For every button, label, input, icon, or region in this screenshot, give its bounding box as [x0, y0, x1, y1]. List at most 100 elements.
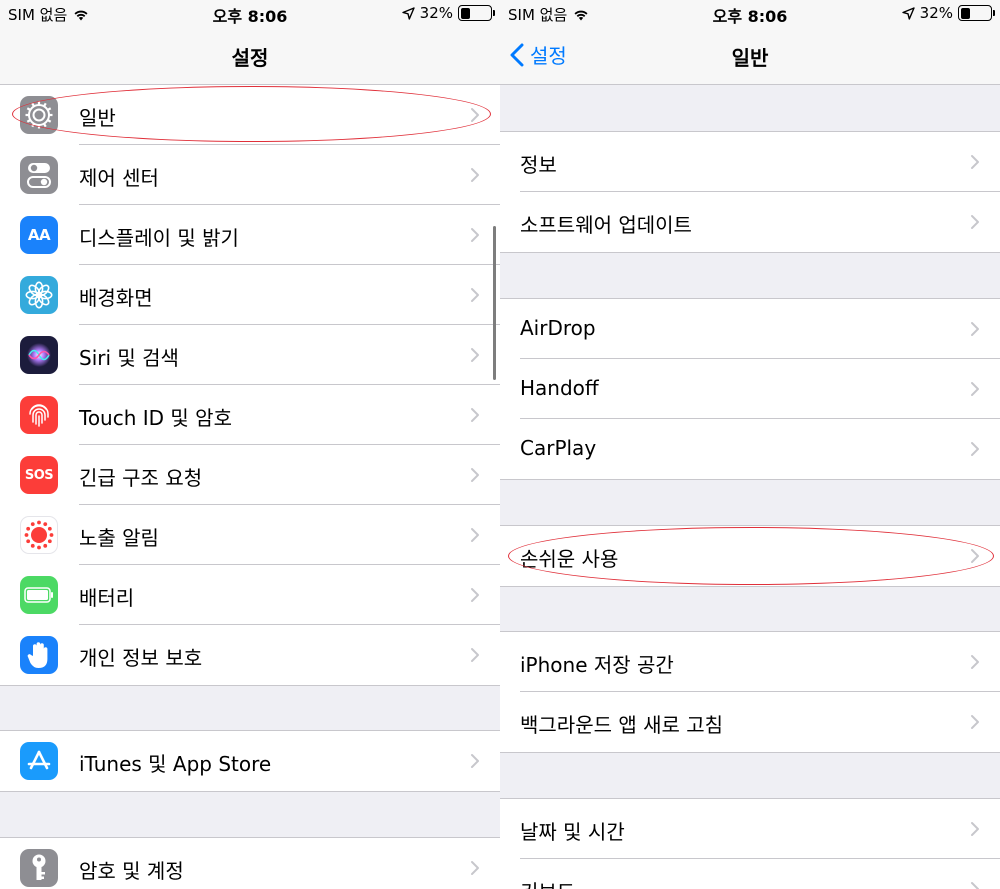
siri-icon [20, 336, 58, 374]
chevron-right-icon [971, 655, 979, 669]
row-label: 날짜 및 시간 [520, 820, 625, 844]
location-icon [901, 6, 915, 20]
battery-icon [958, 5, 995, 21]
chevron-right-icon [471, 168, 479, 182]
settings-group: AirDrop Handoff CarPlay [500, 298, 1000, 480]
settings-row-손쉬운-사용[interactable]: 손쉬운 사용 [500, 526, 1000, 586]
fingerprint-icon [20, 396, 58, 434]
chevron-right-icon [471, 408, 479, 422]
chevron-right-icon [971, 442, 979, 456]
chevron-right-icon [471, 108, 479, 122]
row-label: 키보드 [520, 876, 575, 889]
nav-bar: 설정 일반 [500, 28, 1000, 85]
row-label: 손쉬운 사용 [520, 547, 619, 571]
settings-screen: SIM 없음 오후 8:06 32% 설정 일반 제어 센터 AA 디스플레이 및 밝… [0, 0, 500, 889]
row-label: Siri 및 검색 [79, 346, 179, 370]
chevron-right-icon [471, 861, 479, 875]
row-label: 긴급 구조 요청 [79, 466, 203, 490]
settings-row-긴급-구조-요청[interactable]: SOS 긴급 구조 요청 [0, 445, 500, 505]
general-screen: SIM 없음 오후 8:06 32% 설정 일반 정보소프트웨어 업데이트 Air… [500, 0, 1000, 889]
row-label: CarPlay [520, 436, 597, 460]
settings-group: iPhone 저장 공간백그라운드 앱 새로 고침 [500, 631, 1000, 753]
settings-row-일반[interactable]: 일반 [0, 85, 500, 145]
chevron-right-icon [971, 549, 979, 563]
settings-group: 암호 및 계정 [0, 837, 500, 889]
battery-percent: 32% [919, 4, 953, 22]
row-label: 노출 알림 [79, 526, 159, 550]
settings-group: 손쉬운 사용 [500, 525, 1000, 587]
settings-row-carplay[interactable]: CarPlay [500, 419, 1000, 479]
exposure-icon [20, 516, 58, 554]
row-label: 백그라운드 앱 새로 고침 [520, 713, 724, 737]
row-label: 디스플레이 및 밝기 [79, 226, 239, 250]
settings-row-handoff[interactable]: Handoff [500, 359, 1000, 419]
row-label: Touch ID 및 암호 [79, 406, 232, 430]
icon-text: AA [27, 226, 51, 244]
settings-row-배경화면[interactable]: 배경화면 [0, 265, 500, 325]
app-store-icon [20, 742, 58, 780]
row-label: 암호 및 계정 [79, 859, 184, 883]
location-icon [401, 6, 415, 20]
row-label: iTunes 및 App Store [79, 752, 272, 776]
settings-row-제어-센터[interactable]: 제어 센터 [0, 145, 500, 205]
chevron-right-icon [471, 648, 479, 662]
settings-row-백그라운드-앱-새로-고침[interactable]: 백그라운드 앱 새로 고침 [500, 692, 1000, 752]
chevron-right-icon [971, 155, 979, 169]
row-label: 배터리 [79, 586, 135, 610]
row-label: 배경화면 [79, 286, 153, 310]
settings-row-iphone-저장-공간[interactable]: iPhone 저장 공간 [500, 632, 1000, 692]
settings-group: iTunes 및 App Store [0, 730, 500, 792]
settings-group: 정보소프트웨어 업데이트 [500, 131, 1000, 253]
nav-bar: 설정 [0, 28, 500, 85]
row-label: 소프트웨어 업데이트 [520, 213, 692, 237]
row-label: 일반 [79, 106, 116, 130]
settings-row-itunes-및-app-store[interactable]: iTunes 및 App Store [0, 731, 500, 791]
row-label: Handoff [520, 376, 599, 400]
flower-icon [20, 276, 58, 314]
row-label: iPhone 저장 공간 [520, 653, 674, 677]
battery-icon [20, 576, 58, 614]
settings-row-소프트웨어-업데이트[interactable]: 소프트웨어 업데이트 [500, 192, 1000, 252]
toggles-icon [20, 156, 58, 194]
chevron-right-icon [971, 715, 979, 729]
row-label: 제어 센터 [79, 166, 159, 190]
status-bar: SIM 없음 오후 8:06 32% [500, 0, 1000, 28]
settings-row-디스플레이-및-밝기[interactable]: AA 디스플레이 및 밝기 [0, 205, 500, 265]
scrollbar[interactable] [493, 226, 496, 380]
settings-row-암호-및-계정[interactable]: 암호 및 계정 [0, 838, 500, 889]
settings-row-노출-알림[interactable]: 노출 알림 [0, 505, 500, 565]
settings-row-배터리[interactable]: 배터리 [0, 565, 500, 625]
screenshot: SIM 없음 오후 8:06 32% 설정 일반제어 센터 AA 디스플레이 및 밝… [0, 0, 1000, 889]
key-icon [20, 849, 58, 887]
settings-group: 날짜 및 시간키보드 [500, 798, 1000, 889]
chevron-right-icon [471, 754, 479, 768]
settings-row-정보[interactable]: 정보 [500, 132, 1000, 192]
settings-row-키보드[interactable]: 키보드 [500, 859, 1000, 889]
gear-icon [20, 96, 58, 134]
settings-row-개인-정보-보호[interactable]: 개인 정보 보호 [0, 625, 500, 685]
page-title: 설정 [231, 46, 269, 70]
settings-row-siri-및-검색[interactable]: Siri 및 검색 [0, 325, 500, 385]
chevron-right-icon [471, 348, 479, 362]
hand-icon [20, 636, 58, 674]
chevron-right-icon [471, 588, 479, 602]
battery-percent: 32% [419, 4, 453, 22]
chevron-right-icon [971, 382, 979, 396]
page-title: 일반 [731, 46, 769, 70]
row-label: AirDrop [520, 316, 596, 340]
chevron-right-icon [471, 528, 479, 542]
battery-icon [458, 5, 495, 21]
chevron-right-icon [471, 468, 479, 482]
settings-row-airdrop[interactable]: AirDrop [500, 299, 1000, 359]
settings-group: 일반제어 센터 AA 디스플레이 및 밝기배경화면 Siri 및 검색 Touch ID… [0, 84, 500, 686]
chevron-right-icon [971, 822, 979, 836]
row-label: 개인 정보 보호 [79, 646, 203, 670]
text-size-icon: AA [20, 216, 58, 254]
settings-row-touch-id-및-암호[interactable]: Touch ID 및 암호 [0, 385, 500, 445]
chevron-right-icon [971, 322, 979, 336]
icon-text: SOS [24, 467, 54, 483]
settings-row-날짜-및-시간[interactable]: 날짜 및 시간 [500, 799, 1000, 859]
chevron-right-icon [471, 288, 479, 302]
chevron-right-icon [471, 228, 479, 242]
sos-icon: SOS [20, 456, 58, 494]
